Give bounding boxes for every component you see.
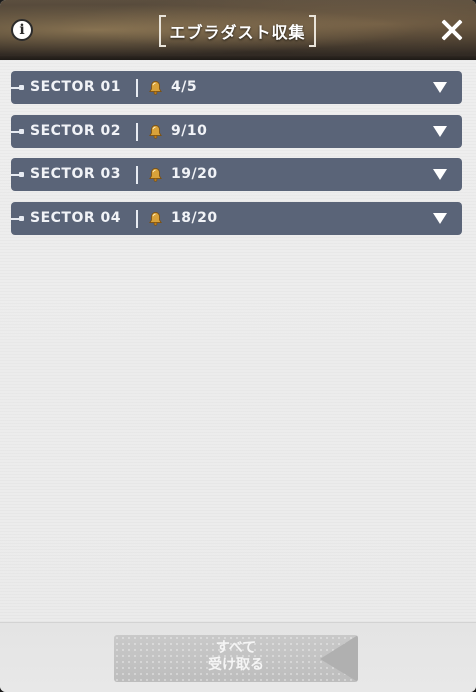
divider [136, 79, 138, 97]
sector-row-03[interactable]: SECTOR 03 19/20 [11, 158, 462, 191]
sector-row-01[interactable]: SECTOR 01 4/5 [11, 71, 462, 104]
bell-resource-icon [149, 124, 162, 139]
sector-name: SECTOR 02 [30, 123, 122, 139]
sector-name: SECTOR 03 [30, 166, 122, 182]
dialog-title-frame: エブラダスト収集 [159, 15, 316, 47]
sector-progress: 9/10 [171, 123, 208, 139]
bell-resource-icon [149, 80, 162, 95]
connector-node [19, 172, 24, 177]
info-icon[interactable]: i [11, 19, 33, 41]
sector-row-02[interactable]: SECTOR 02 9/10 [11, 115, 462, 148]
sector-name: SECTOR 04 [30, 210, 122, 226]
divider [136, 123, 138, 141]
chevron-down-icon[interactable] [433, 82, 447, 93]
title-bracket-right [309, 15, 316, 47]
sector-row-04[interactable]: SECTOR 04 18/20 [11, 202, 462, 235]
sector-progress: 18/20 [171, 210, 218, 226]
connector-node [19, 129, 24, 134]
bell-resource-icon [149, 167, 162, 182]
close-icon[interactable] [441, 19, 463, 41]
sector-name: SECTOR 01 [30, 79, 122, 95]
claim-all-button[interactable]: すべて 受け取る [114, 635, 358, 682]
dialog-header: i エブラダスト収集 [0, 0, 476, 60]
title-bracket-left [159, 15, 166, 47]
connector-node [19, 216, 24, 221]
chevron-down-icon[interactable] [433, 126, 447, 137]
chevron-down-icon[interactable] [433, 213, 447, 224]
claim-all-line1: すべて [215, 640, 257, 656]
connector-node [19, 85, 24, 90]
sector-progress: 19/20 [171, 166, 218, 182]
sector-progress: 4/5 [171, 79, 198, 95]
bell-resource-icon [149, 211, 162, 226]
sector-list: SECTOR 01 4/5 SECTOR 02 9/10 SECTOR 03 1… [0, 60, 476, 622]
dialog-footer: すべて 受け取る [0, 622, 476, 692]
dialog-title: エブラダスト収集 [169, 23, 306, 42]
claim-all-label: すべて 受け取る [114, 640, 358, 674]
divider [136, 166, 138, 184]
chevron-down-icon[interactable] [433, 169, 447, 180]
divider [136, 210, 138, 228]
collection-dialog: i エブラダスト収集 SECTOR 01 4/5 SECTOR 02 9/10 … [0, 0, 476, 692]
claim-all-line2: 受け取る [208, 657, 264, 673]
